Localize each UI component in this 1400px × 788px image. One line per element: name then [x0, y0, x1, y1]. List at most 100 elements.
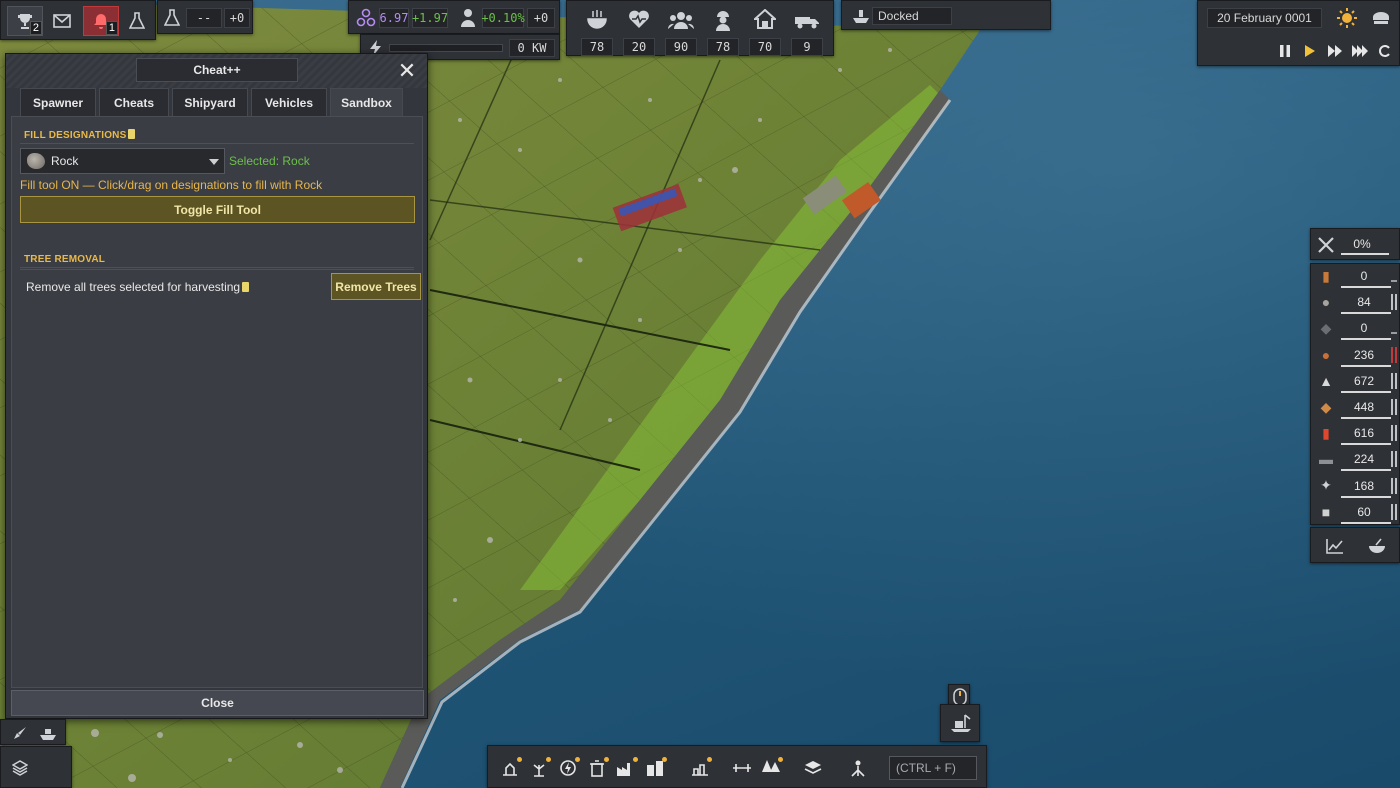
workers-stat[interactable]: 78	[707, 5, 739, 56]
resource-row[interactable]: ▮ 0	[1315, 264, 1400, 288]
layers-button[interactable]	[9, 757, 31, 779]
tool-buildings[interactable]	[641, 754, 669, 782]
notification-dot	[662, 757, 667, 762]
weather-button[interactable]	[1335, 6, 1359, 30]
ship-tool-button[interactable]	[37, 722, 59, 744]
tool-vehicles[interactable]	[844, 754, 872, 782]
fastest-button[interactable]	[1349, 41, 1371, 61]
tool-power[interactable]	[554, 754, 582, 782]
material-select[interactable]: Rock	[20, 148, 225, 174]
resource-value: 0	[1360, 269, 1368, 283]
tab-spawner[interactable]: Spawner	[20, 88, 96, 116]
people-icon	[668, 12, 694, 29]
close-icon[interactable]: ✕	[395, 59, 419, 83]
research-value: --	[186, 8, 222, 28]
health-stat[interactable]: 20	[623, 5, 655, 56]
tab-bar: Spawner Cheats Shipyard Vehicles Sandbox	[20, 88, 417, 116]
toggle-fill-tool-button[interactable]: Toggle Fill Tool	[20, 196, 415, 223]
resource-level-bar	[1391, 280, 1397, 282]
heart-icon	[629, 10, 649, 28]
resource-value: 84	[1357, 295, 1371, 310]
storage-icon	[692, 764, 708, 776]
stats-button[interactable]	[1323, 535, 1347, 557]
tool-layers[interactable]	[799, 754, 827, 782]
camera-button[interactable]	[1374, 41, 1396, 61]
info-icon[interactable]	[242, 282, 250, 292]
resource-value: 168	[1353, 478, 1375, 493]
captain-button[interactable]	[1369, 6, 1393, 30]
play-button[interactable]	[1299, 41, 1321, 61]
tool-factories[interactable]	[612, 754, 640, 782]
resource-value: 448	[1353, 400, 1375, 414]
top-left-hud: 2 1	[0, 0, 156, 40]
resource-value: 224	[1353, 452, 1375, 467]
resource-underline	[1341, 364, 1391, 367]
resource-underline	[1341, 286, 1391, 288]
alerts-button[interactable]: 1	[83, 6, 119, 36]
trophy-button[interactable]: 2	[7, 6, 43, 36]
tool-storage[interactable]	[686, 754, 714, 782]
tool-transports[interactable]	[728, 754, 756, 782]
fill-section-title: FILL DESIGNATIONS	[24, 129, 136, 141]
tool-trees[interactable]	[757, 754, 785, 782]
tab-cheats[interactable]: Cheats	[99, 88, 169, 116]
resource-row[interactable]: ▲ 672	[1315, 369, 1400, 393]
notification-dot	[778, 757, 783, 762]
food-value: 78	[581, 38, 613, 56]
recipes-button[interactable]	[1365, 535, 1389, 557]
resource-row[interactable]: ● 236	[1315, 343, 1400, 367]
rocket-button[interactable]	[9, 722, 31, 744]
remove-trees-button[interactable]: Remove Trees	[331, 273, 421, 300]
notification-dot	[604, 757, 609, 762]
conveyor-icon	[733, 764, 751, 772]
resource-underline	[1341, 338, 1391, 341]
research-button[interactable]	[123, 6, 151, 36]
research-progress-hud: -- +0	[157, 0, 253, 34]
mail-button[interactable]	[47, 6, 77, 36]
misc-tools	[844, 754, 872, 782]
people-stat[interactable]: 90	[665, 5, 697, 56]
resource-row[interactable]: ✦ 168	[1315, 474, 1400, 498]
rock-icon	[27, 153, 45, 169]
search-input[interactable]: (CTRL + F)	[889, 756, 977, 780]
cheat-dialog: Cheat++ ✕ Spawner Cheats Shipyard Vehicl…	[5, 53, 428, 719]
tool-plants[interactable]	[525, 754, 553, 782]
tool-farming[interactable]	[496, 754, 524, 782]
factory-icon	[617, 763, 630, 776]
resource-row[interactable]: ■ 60	[1315, 500, 1400, 524]
tool-preview[interactable]	[940, 704, 980, 742]
construction-parts-icon: ▲	[1319, 372, 1333, 389]
sun-icon	[1337, 8, 1357, 28]
left-tools-hud	[0, 719, 66, 745]
fast-forward-button[interactable]	[1324, 41, 1346, 61]
ship-status-hud[interactable]: Docked	[841, 0, 1051, 30]
resource-level-bar	[1391, 477, 1397, 494]
tab-vehicles[interactable]: Vehicles	[251, 88, 327, 116]
concrete-icon: ■	[1321, 503, 1331, 520]
bowl-icon	[1369, 538, 1385, 553]
maintenance-hud[interactable]: 0%	[1310, 228, 1400, 260]
flask-icon	[164, 9, 180, 26]
resource-row[interactable]: ▮ 616	[1315, 421, 1400, 446]
notification-dot	[546, 757, 551, 762]
tool-waste[interactable]	[583, 754, 611, 782]
resource-row[interactable]: ▬ 224	[1315, 447, 1400, 472]
close-button[interactable]: Close	[11, 690, 424, 716]
vehicles-stat[interactable]: 9	[791, 5, 823, 56]
food-stat[interactable]: 78	[581, 5, 613, 56]
tree-removal-text: Remove all trees selected for harvesting	[26, 280, 250, 294]
pause-button[interactable]	[1274, 41, 1296, 61]
layers-hud	[0, 746, 72, 788]
resource-row[interactable]: ● 84	[1315, 290, 1400, 315]
buildings-icon	[647, 761, 663, 776]
tab-shipyard[interactable]: Shipyard	[172, 88, 248, 116]
dialog-header[interactable]: Cheat++ ✕	[6, 54, 427, 88]
tab-sandbox[interactable]: Sandbox	[330, 88, 403, 116]
layer-tools	[799, 754, 827, 782]
farm-icon	[503, 762, 517, 776]
resource-row[interactable]: ◆ 0	[1315, 316, 1400, 341]
resource-row[interactable]: ◆ 448	[1315, 395, 1400, 419]
tools-icon	[1318, 237, 1334, 253]
info-icon[interactable]	[128, 129, 136, 139]
housing-stat[interactable]: 70	[749, 5, 781, 56]
